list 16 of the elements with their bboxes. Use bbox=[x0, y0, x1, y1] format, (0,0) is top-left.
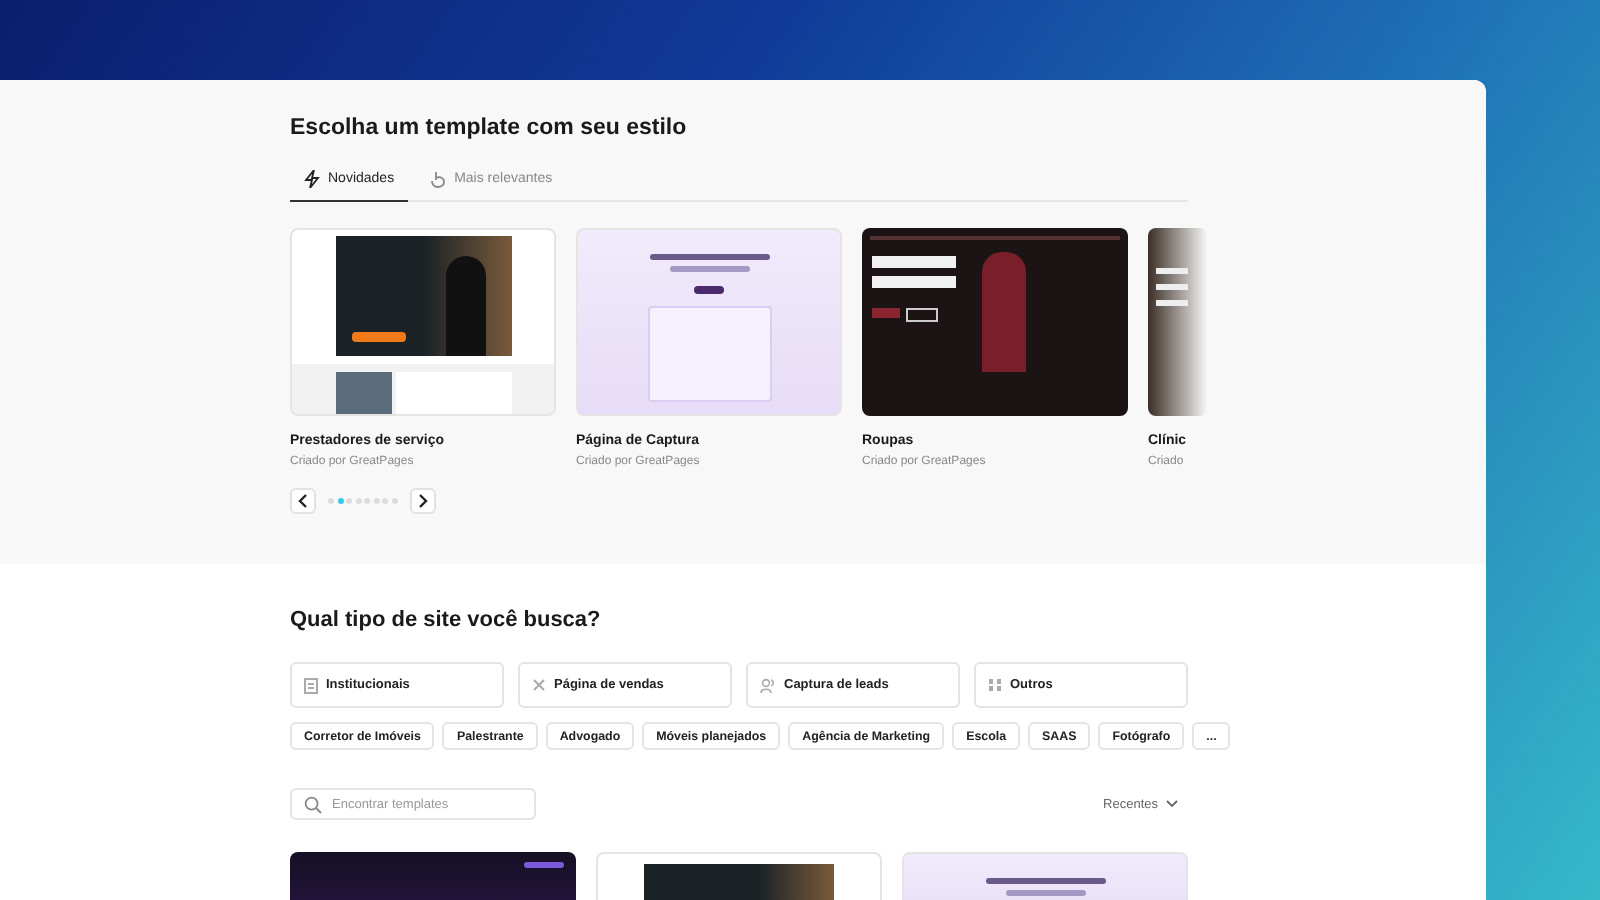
template-preview[interactable] bbox=[862, 228, 1128, 416]
people-icon bbox=[760, 677, 776, 693]
next-button[interactable] bbox=[409, 488, 435, 514]
template-preview[interactable] bbox=[1148, 228, 1208, 416]
previous-button[interactable] bbox=[290, 488, 316, 514]
cross-icon bbox=[532, 678, 546, 692]
template-preview[interactable] bbox=[290, 228, 556, 416]
chevron-down-icon bbox=[1166, 800, 1178, 808]
page-dot[interactable] bbox=[337, 498, 343, 504]
document-icon bbox=[304, 677, 318, 693]
chevron-right-icon bbox=[417, 494, 427, 508]
chevron-left-icon bbox=[298, 494, 308, 508]
section-title: Escolha um template com seu estilo bbox=[290, 116, 689, 140]
bolt-icon bbox=[304, 170, 320, 188]
grid-icon bbox=[988, 678, 1002, 692]
section-title: Qual tipo de site você busca? bbox=[290, 608, 603, 632]
